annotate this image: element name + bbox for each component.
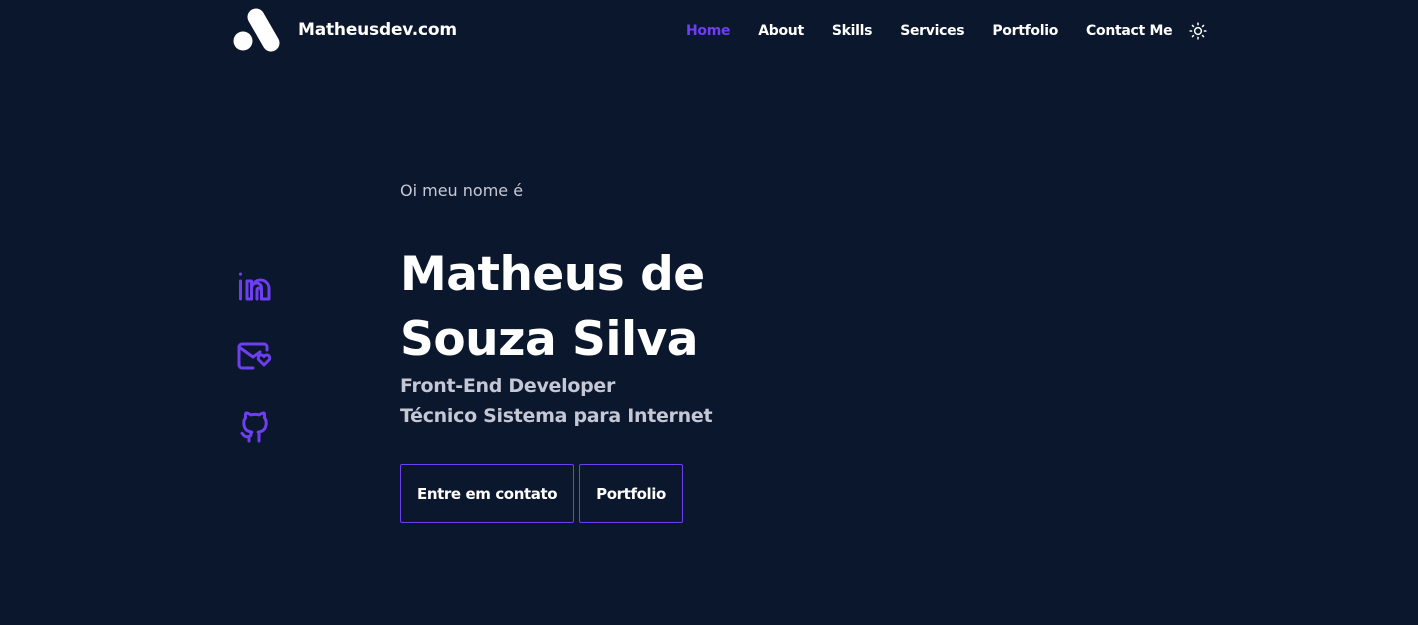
github-link[interactable] xyxy=(236,408,272,444)
hero-name-line1: Matheus de xyxy=(400,247,705,302)
linkedin-link[interactable] xyxy=(236,268,272,304)
hero-name: Matheus de Souza Silva xyxy=(400,239,900,371)
contact-button[interactable]: Entre em contato xyxy=(400,464,575,523)
social-links xyxy=(236,268,272,478)
logo-link[interactable]: Matheusdev.com xyxy=(233,8,457,52)
main-nav: Home About Skills Services Portfolio Con… xyxy=(672,20,1208,42)
hero-buttons: Entre em contato Portfolio xyxy=(400,464,900,523)
hero-name-line2: Souza Silva xyxy=(400,312,698,367)
site-header: Matheusdev.com Home About Skills Service… xyxy=(0,0,1418,62)
hero-section: Oi meu nome é Matheus de Souza Silva Fro… xyxy=(400,180,900,523)
github-icon xyxy=(240,411,268,443)
nav-skills[interactable]: Skills xyxy=(832,20,873,42)
hero-greeting: Oi meu nome é xyxy=(400,181,524,200)
nav-portfolio[interactable]: Portfolio xyxy=(992,20,1058,42)
sun-icon xyxy=(1189,22,1207,40)
portfolio-button[interactable]: Portfolio xyxy=(579,464,683,523)
linkedin-icon xyxy=(239,272,271,301)
nav-about[interactable]: About xyxy=(758,20,804,42)
theme-toggle-button[interactable] xyxy=(1188,21,1208,41)
logo-icon xyxy=(233,8,280,52)
nav-home[interactable]: Home xyxy=(686,20,731,42)
hero-role-2: Técnico Sistema para Internet xyxy=(400,405,713,427)
nav-contact-me[interactable]: Contact Me xyxy=(1086,20,1173,42)
mail-heart-icon xyxy=(237,342,272,370)
logo-text: Matheusdev.com xyxy=(298,20,457,40)
email-link[interactable] xyxy=(236,338,272,374)
hero-role-1: Front-End Developer xyxy=(400,375,616,397)
nav-services[interactable]: Services xyxy=(900,20,964,42)
